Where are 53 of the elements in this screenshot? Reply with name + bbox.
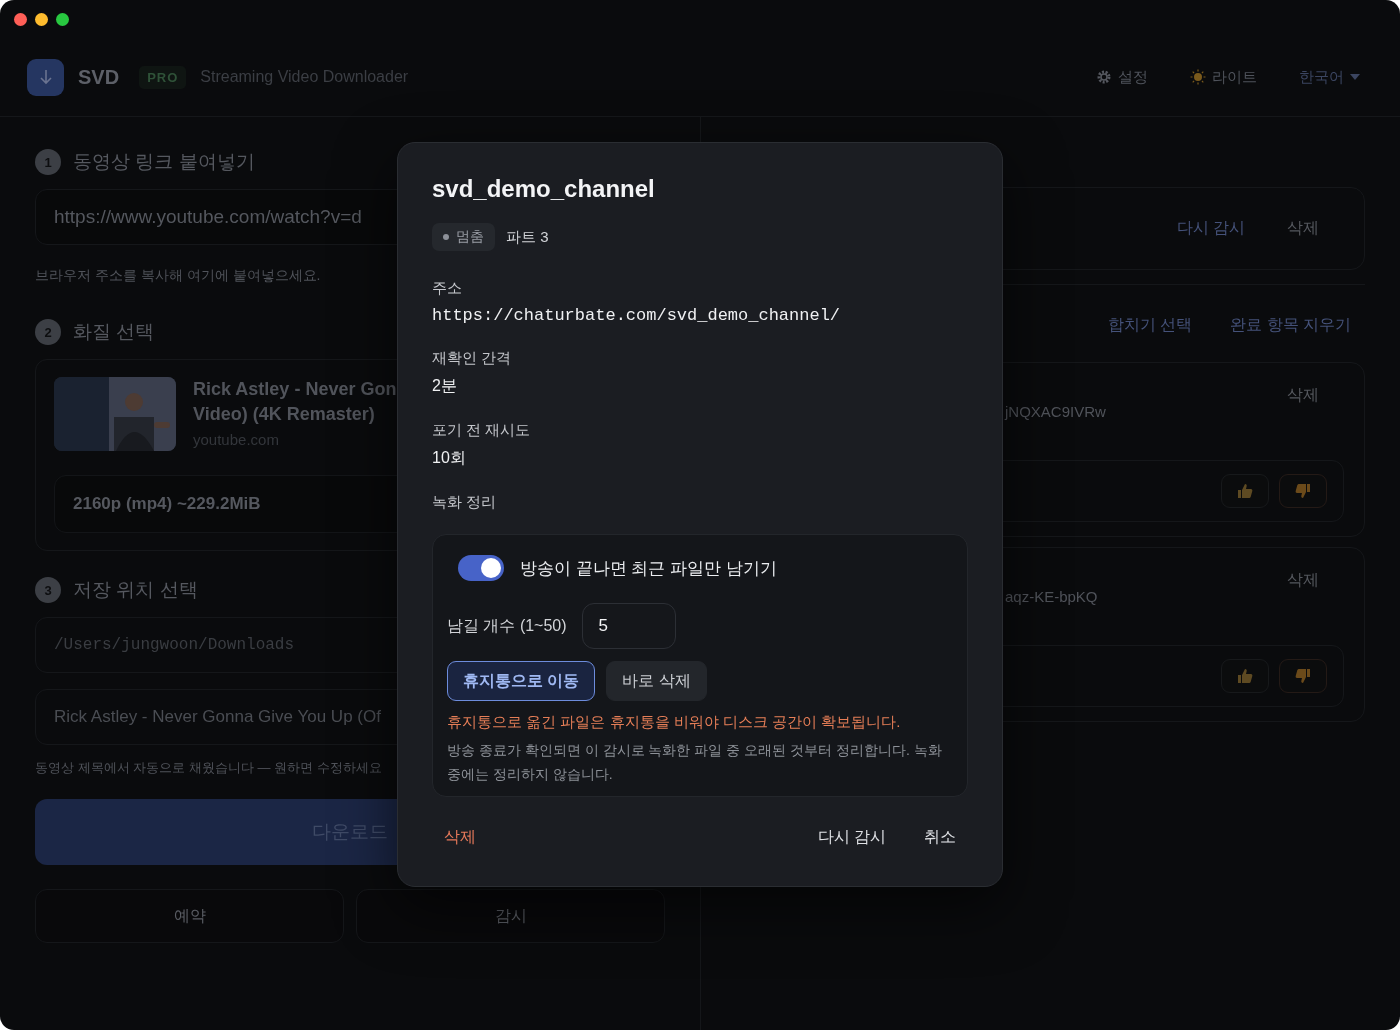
language-dropdown[interactable]: 한국어: [1299, 67, 1360, 87]
mode-option[interactable]: 휴지통으로 이동: [447, 661, 596, 701]
app-name: SVD: [78, 65, 120, 89]
dislike-button[interactable]: [1279, 659, 1327, 693]
hint-text: 동영상 제목에서 자동으로 채웠습니다 — 원하면 수정하세요: [35, 759, 382, 777]
delete-button[interactable]: 삭제: [1287, 385, 1319, 406]
video-title: Video) (4K Remaster): [193, 403, 376, 426]
thumbs-down-icon: [1295, 668, 1311, 684]
field-label: 포기 전 재시도: [432, 421, 532, 440]
rewatch-button[interactable]: 다시 감시: [817, 827, 886, 848]
toggle-switch[interactable]: [458, 555, 504, 581]
part-label: 파트 3: [506, 227, 549, 247]
mode-option[interactable]: 바로 삭제: [606, 661, 707, 701]
cancel-button[interactable]: 취소: [924, 827, 956, 848]
count-field[interactable]: 5: [581, 603, 676, 649]
dislike-button[interactable]: [1279, 474, 1327, 508]
section-label: 녹화 정리: [432, 493, 498, 512]
field-label: 재확인 간격: [432, 349, 513, 368]
watch-button[interactable]: 감시: [356, 889, 665, 943]
gear-icon: [1096, 69, 1112, 85]
clear-completed-button[interactable]: 완료 항목 지우기: [1230, 315, 1351, 336]
theme-button[interactable]: 라이트: [1190, 67, 1257, 87]
hint-text: 브라우저 주소를 복사해 여기에 붙여넣으세요.: [35, 267, 321, 285]
merge-select-button[interactable]: 합치기 선택: [1107, 315, 1193, 336]
schedule-button[interactable]: 예약: [35, 889, 344, 943]
field-value: https://chaturbate.com/svd_demo_channel/: [432, 306, 842, 325]
app-logo: [27, 58, 64, 96]
step-title: 화질 선택: [73, 320, 155, 344]
delete-button[interactable]: 삭제: [444, 827, 476, 848]
delete-button[interactable]: 삭제: [1287, 570, 1319, 591]
caret-icon: [1350, 74, 1360, 80]
status-badge: 멈춤: [432, 223, 495, 251]
rewatch-button[interactable]: 다시 감시: [1176, 218, 1245, 239]
settings-button[interactable]: 설정: [1096, 67, 1148, 87]
field-value: 10회: [432, 448, 467, 468]
thumbs-up-icon: [1237, 483, 1253, 499]
count-label: 남길 개수 (1~50): [447, 615, 567, 636]
thumbs-up-icon: [1237, 668, 1253, 684]
maximize-icon[interactable]: [56, 12, 69, 26]
minimize-icon[interactable]: [35, 12, 48, 26]
field-label: 주소: [432, 279, 463, 298]
step-title: 저장 위치 선택: [73, 578, 198, 602]
step-title: 동영상 링크 붙여넣기: [73, 150, 255, 174]
close-icon[interactable]: [14, 12, 27, 26]
sun-icon: [1190, 69, 1206, 85]
video-url: jNQXAC9IVRw: [1005, 403, 1106, 420]
video-url: aqz-KE-bpKQ: [1005, 588, 1098, 605]
field-value: 2분: [432, 376, 458, 396]
delete-button[interactable]: 삭제: [1287, 218, 1319, 239]
toggle-label: 방송이 끝나면 최근 파일만 남기기: [520, 557, 777, 580]
pro-badge: PRO: [139, 65, 187, 89]
video-title: Rick Astley - Never Gon: [193, 378, 397, 401]
thumbs-down-icon: [1295, 483, 1311, 499]
